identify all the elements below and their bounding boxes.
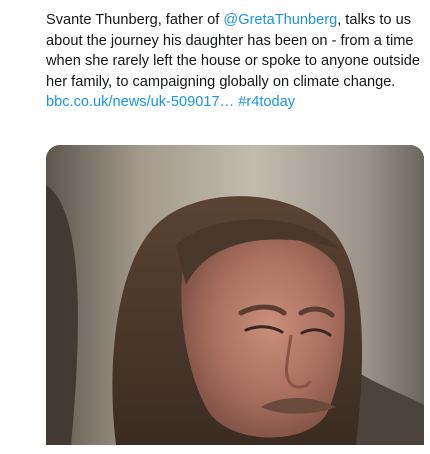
tweet-text: Svante Thunberg, father of @GretaThunber… [46, 10, 424, 113]
video-thumbnail[interactable] [46, 145, 424, 445]
tweet-text-part1: Svante Thunberg, father of [46, 12, 224, 28]
mention-link[interactable]: @GretaThunberg [223, 12, 337, 28]
hashtag-link[interactable]: #r4today [238, 94, 295, 110]
video-frame-image [46, 145, 424, 445]
article-link[interactable]: bbc.co.uk/news/uk-509017… [46, 94, 234, 110]
